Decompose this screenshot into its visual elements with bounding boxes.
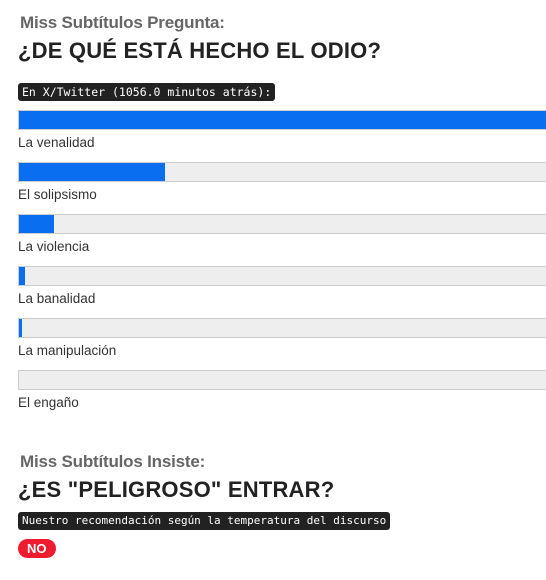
poll-option: La venalidad: [18, 110, 546, 162]
poll-bar-track: [18, 370, 546, 390]
poll-option: La manipulación: [18, 318, 546, 370]
poll-bar-fill: [19, 215, 54, 233]
poll-bar-fill: [19, 163, 165, 181]
poll-bar-track: [18, 214, 546, 234]
poll-option: La violencia: [18, 214, 546, 266]
poll-option: El engaño: [18, 370, 546, 422]
poll-bar-track: [18, 162, 546, 182]
poll-option-label: La banalidad: [18, 291, 96, 306]
poll-results: La venalidad El solipsismo La violencia …: [18, 110, 546, 422]
poll-bar-track: [18, 266, 546, 286]
poll-bar-fill: [19, 111, 546, 129]
answer-badge: NO: [18, 539, 56, 558]
poll-bar-fill: [19, 319, 23, 337]
poll-option-label: La violencia: [18, 239, 90, 254]
poll-bar-fill: [19, 267, 26, 285]
question-kicker: Miss Subtítulos Pregunta:: [20, 13, 225, 32]
poll-option: La banalidad: [18, 266, 546, 318]
source-badge: En X/Twitter (1056.0 minutos atrás):: [18, 83, 276, 101]
question-headline: ¿DE QUÉ ESTÁ HECHO EL ODIO?: [18, 38, 382, 63]
poll-option-label: La manipulación: [18, 343, 117, 358]
recommendation-badge: Nuestro recomendación según la temperatu…: [18, 512, 391, 530]
insist-kicker: Miss Subtítulos Insiste:: [20, 452, 206, 471]
poll-widget: Miss Subtítulos Pregunta: ¿DE QUÉ ESTÁ H…: [0, 0, 546, 580]
insist-headline: ¿ES "PELIGROSO" ENTRAR?: [18, 477, 335, 502]
poll-option: El solipsismo: [18, 162, 546, 214]
poll-bar-track: [18, 110, 546, 130]
poll-option-label: La venalidad: [18, 135, 95, 150]
poll-bar-track: [18, 318, 546, 338]
poll-option-label: El engaño: [18, 395, 79, 410]
poll-option-label: El solipsismo: [18, 187, 97, 202]
